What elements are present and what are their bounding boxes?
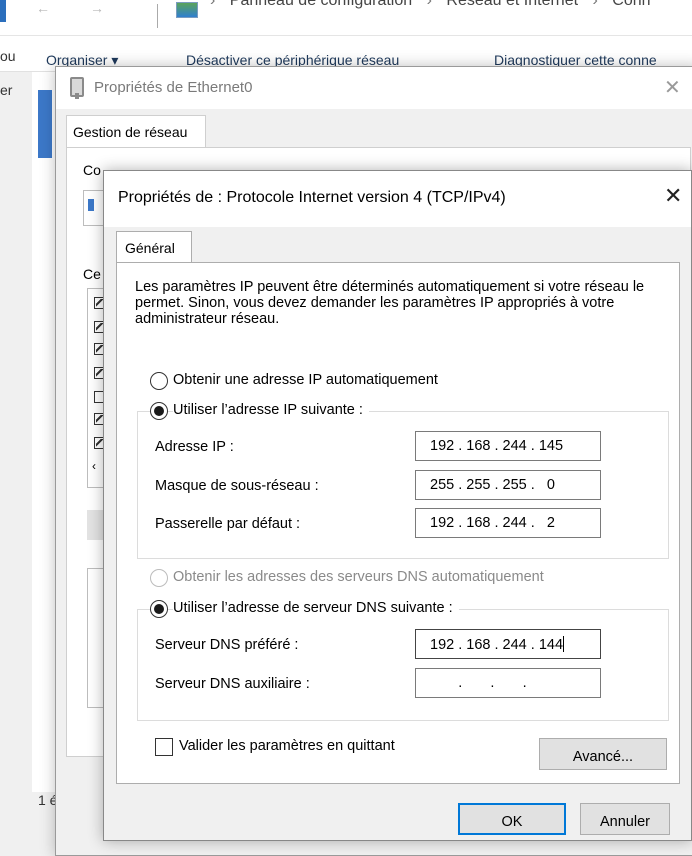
preferred-dns-value: 192 . 168 . 244 . 144 bbox=[430, 637, 564, 653]
ip-address-label: Adresse IP : bbox=[155, 439, 234, 455]
ethernet-window-title: Propriétés de Ethernet0 bbox=[94, 79, 253, 96]
dns-auto-label[interactable]: Obtenir les adresses des serveurs DNS au… bbox=[173, 569, 544, 585]
breadcrumb-network-internet[interactable]: Réseau et Internet bbox=[446, 0, 578, 9]
ipv4-titlebar: Propriétés de : Protocole Internet versi… bbox=[104, 171, 691, 227]
dns-manual-label[interactable]: Utiliser l’adresse de serveur DNS suivan… bbox=[173, 600, 459, 616]
ip-auto-label[interactable]: Obtenir une adresse IP automatiquement bbox=[173, 372, 438, 388]
breadcrumb-separator: › bbox=[210, 0, 216, 9]
text-caret bbox=[563, 636, 565, 652]
general-panel: Les paramètres IP peuvent être déterminé… bbox=[116, 262, 680, 784]
address-separator bbox=[157, 4, 158, 28]
connect-using-label: Co bbox=[83, 162, 101, 178]
dialog-title: Propriétés de : Protocole Internet versi… bbox=[118, 189, 506, 206]
default-gateway-label: Passerelle par défaut : bbox=[155, 516, 301, 532]
ethernet-titlebar: Propriétés de Ethernet0 ✕ bbox=[56, 67, 692, 109]
ip-address-field[interactable]: 192 . 168 . 244 . 145 bbox=[415, 431, 601, 461]
default-gateway-field[interactable]: 192 . 168 . 244 . 2 bbox=[415, 508, 601, 538]
address-bar[interactable]: ← → › Panneau de configuration › Réseau … bbox=[0, 0, 692, 36]
nav-pane-clipped-text: ou bbox=[0, 48, 16, 64]
dns-manual-radio[interactable] bbox=[150, 600, 168, 618]
nav-pane-clipped-text: er bbox=[0, 82, 13, 98]
breadcrumb-control-panel[interactable]: Panneau de configuration bbox=[230, 0, 412, 9]
alternate-dns-field[interactable]: . . . bbox=[415, 668, 601, 698]
adapter-icon bbox=[88, 199, 94, 211]
subnet-mask-field[interactable]: 255 . 255 . 255 . 0 bbox=[415, 470, 601, 500]
network-adapter-icon[interactable] bbox=[38, 90, 52, 158]
dns-group-box bbox=[137, 609, 669, 721]
close-icon[interactable]: ✕ bbox=[664, 75, 681, 100]
advanced-button[interactable]: Avancé... bbox=[539, 738, 667, 770]
ipv4-properties-dialog: Propriétés de : Protocole Internet versi… bbox=[103, 170, 692, 841]
ok-button[interactable]: OK bbox=[458, 803, 566, 835]
ip-manual-radio[interactable] bbox=[150, 402, 168, 420]
alternate-dns-label: Serveur DNS auxiliaire : bbox=[155, 676, 310, 692]
breadcrumb-connections[interactable]: Conn bbox=[612, 0, 650, 9]
control-panel-icon bbox=[176, 2, 198, 18]
validate-settings-label[interactable]: Valider les paramètres en quittant bbox=[179, 738, 395, 754]
breadcrumb-separator: › bbox=[592, 0, 598, 9]
cancel-button[interactable]: Annuler bbox=[580, 803, 670, 835]
network-plug-icon bbox=[70, 77, 84, 99]
tab-general[interactable]: Général bbox=[116, 231, 192, 263]
ip-manual-label[interactable]: Utiliser l’adresse IP suivante : bbox=[173, 402, 369, 418]
window-edge-icon bbox=[0, 0, 6, 22]
scroll-left-icon[interactable]: ‹ bbox=[92, 459, 96, 473]
close-icon[interactable]: ✕ bbox=[664, 183, 682, 209]
breadcrumb[interactable]: › Panneau de configuration › Réseau et I… bbox=[210, 0, 661, 10]
tab-networking[interactable]: Gestion de réseau bbox=[66, 115, 206, 148]
subnet-mask-label: Masque de sous-réseau : bbox=[155, 478, 319, 494]
intro-text: Les paramètres IP peuvent être déterminé… bbox=[135, 279, 645, 327]
dns-auto-radio[interactable] bbox=[150, 569, 168, 587]
ip-auto-radio[interactable] bbox=[150, 372, 168, 390]
validate-settings-checkbox[interactable] bbox=[155, 738, 173, 756]
preferred-dns-label: Serveur DNS préféré : bbox=[155, 637, 299, 653]
back-arrow-icon[interactable]: ← bbox=[36, 0, 50, 16]
forward-arrow-icon[interactable]: → bbox=[90, 0, 104, 16]
components-label: Ce bbox=[83, 266, 101, 282]
breadcrumb-separator: › bbox=[426, 0, 432, 9]
preferred-dns-field[interactable]: 192 . 168 . 244 . 144 bbox=[415, 629, 601, 659]
